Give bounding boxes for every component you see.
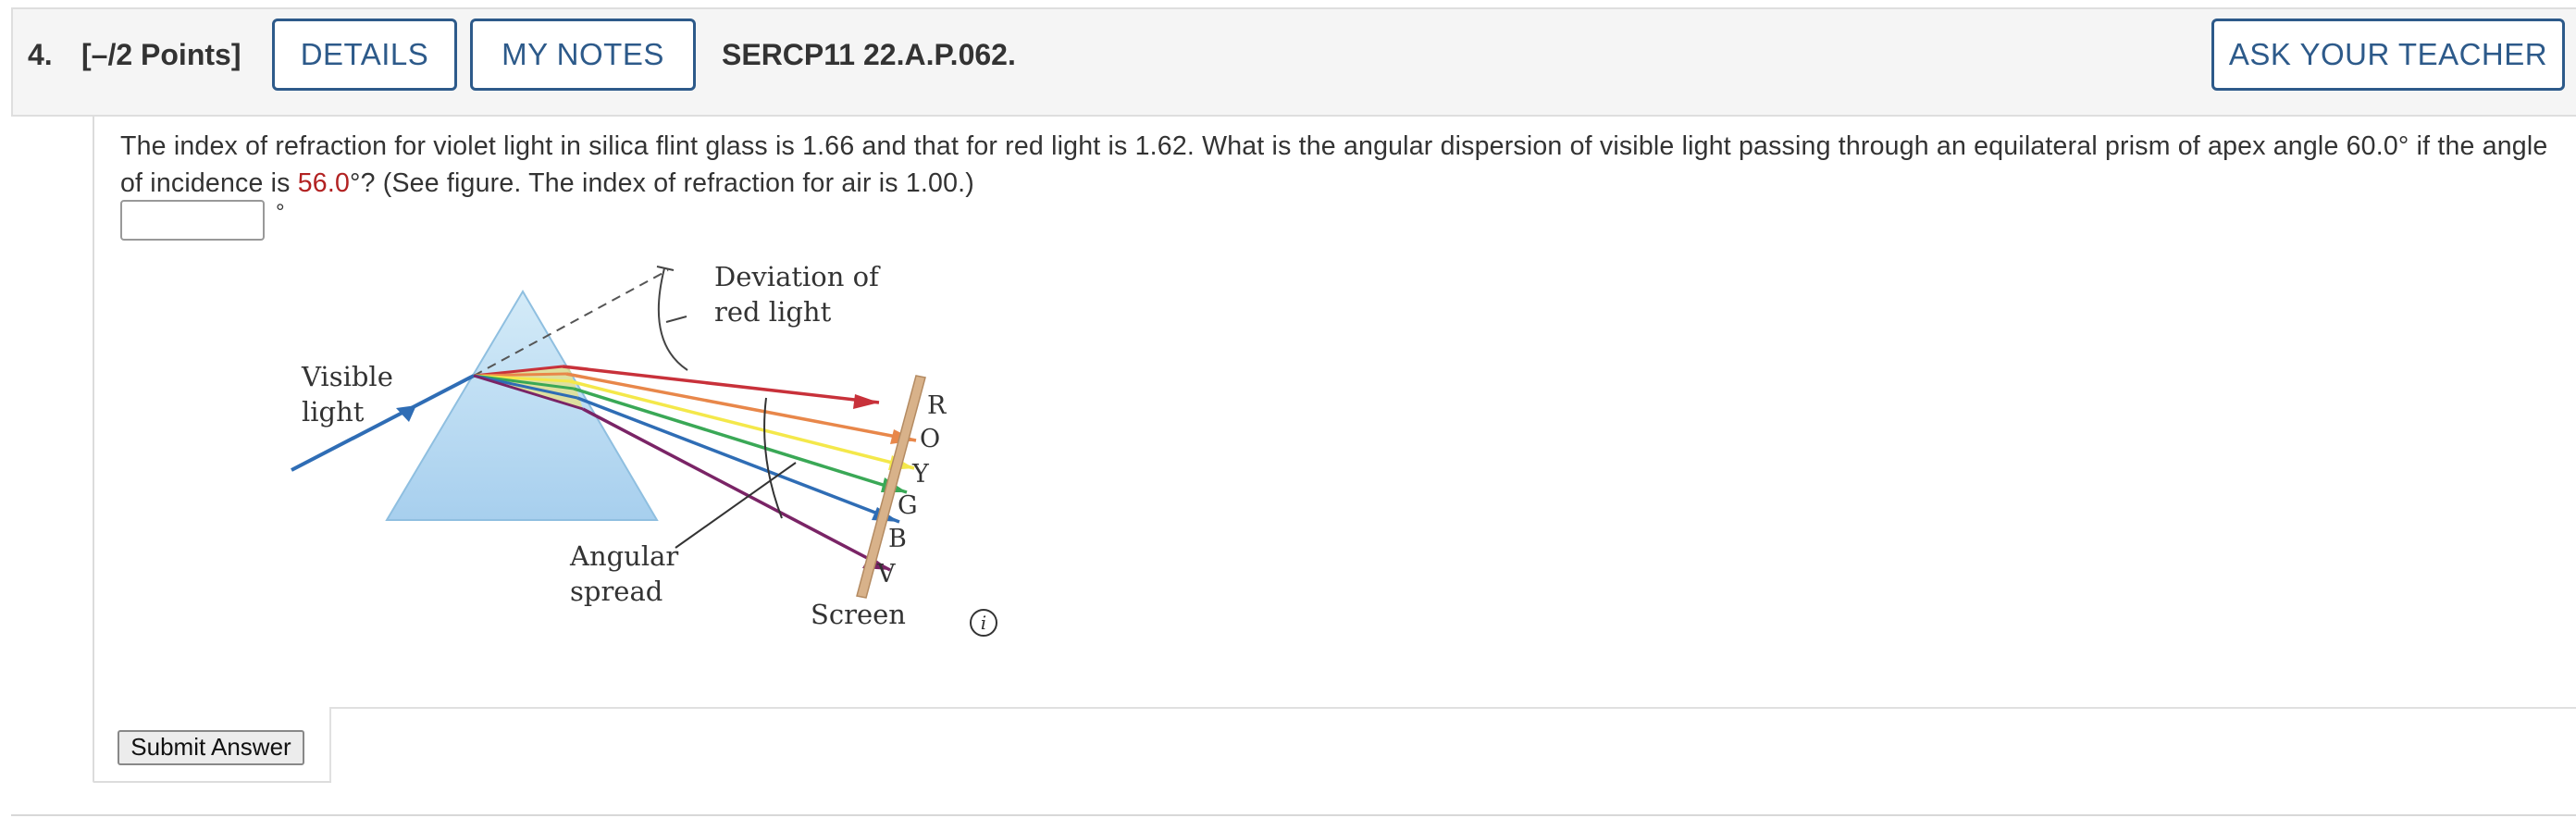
red-arrowhead	[853, 394, 879, 409]
info-icon[interactable]: i	[970, 609, 997, 637]
prism-shape	[385, 290, 659, 521]
submit-area-divider	[329, 707, 2576, 709]
spectrum-letter-b: B	[888, 525, 907, 553]
details-button[interactable]: DETAILS	[272, 19, 457, 91]
yellow-ray	[569, 379, 915, 470]
deviation-pointer	[665, 316, 687, 323]
question-number: 4.	[28, 38, 53, 71]
submit-answer-button[interactable]: Submit Answer	[118, 730, 304, 765]
question-text-end: °? (See figure. The index of refraction …	[350, 168, 974, 198]
spectrum-letter-r: R	[927, 391, 947, 420]
submit-area-bottom-border	[93, 781, 331, 783]
visible-light-label: Visible light	[302, 361, 393, 428]
deviation-label: Deviation of red light	[714, 261, 879, 328]
question-points: [–/2 Points]	[81, 38, 242, 71]
ask-your-teacher-button[interactable]: ASK YOUR TEACHER	[2211, 19, 2565, 91]
dashed-extension-line	[473, 269, 669, 377]
question-bottom-divider	[11, 814, 2576, 816]
spectrum-letter-v: V	[877, 560, 896, 589]
red-ray	[562, 365, 880, 404]
submit-area-border	[329, 707, 331, 781]
answer-input[interactable]	[120, 200, 265, 241]
question-code: SERCP11 22.A.P.062.	[722, 38, 1016, 71]
angular-spread-label: Angular spread	[570, 540, 679, 607]
spectrum-letter-o: O	[920, 425, 941, 453]
degree-unit: °	[276, 200, 285, 225]
orange-ray	[565, 372, 917, 442]
screen-label: Screen	[811, 599, 906, 630]
spectrum-letter-y: Y	[912, 460, 929, 489]
angle-of-incidence-value: 56.0	[297, 168, 351, 198]
question-text: The index of refraction for violet light…	[120, 128, 2563, 202]
spectrum-letter-g: G	[898, 491, 918, 520]
prism-dispersion-figure: Deviation of red light Visible light Angul…	[278, 250, 1018, 648]
my-notes-button[interactable]: MY NOTES	[470, 19, 696, 91]
